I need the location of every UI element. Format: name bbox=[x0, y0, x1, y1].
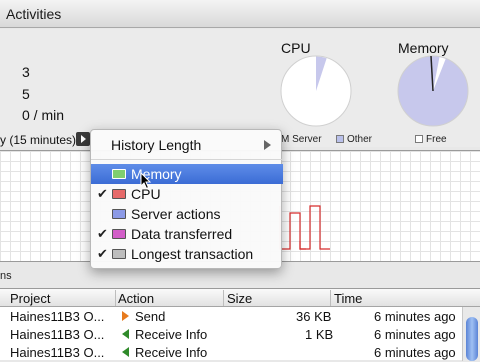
column-header-time[interactable]: Time bbox=[334, 291, 362, 306]
row-action: Receive Info bbox=[122, 345, 207, 360]
memory-pie-chart bbox=[397, 55, 469, 127]
longest-transaction-icon bbox=[112, 249, 126, 259]
memory-pie-title: Memory bbox=[398, 40, 449, 56]
row-time: 6 minutes ago bbox=[374, 327, 456, 342]
activities-header: Activities bbox=[0, 0, 480, 28]
receive-arrow-icon bbox=[122, 329, 129, 339]
check-icon: ✔ bbox=[97, 226, 108, 241]
column-divider bbox=[115, 290, 116, 306]
menu-item-label: History Length bbox=[111, 137, 202, 153]
check-icon: ✔ bbox=[97, 246, 108, 261]
legend-free-swatch bbox=[415, 135, 423, 143]
row-project: Haines11B3 O... bbox=[10, 309, 105, 324]
column-header-project[interactable]: Project bbox=[10, 291, 50, 306]
menu-item-label: Server actions bbox=[131, 206, 221, 222]
legend-other-swatch bbox=[336, 135, 344, 143]
menu-item-label: Memory bbox=[131, 166, 182, 182]
column-divider bbox=[223, 290, 224, 306]
history-popup-menu: History Length Memory ✔ CPU Server actio… bbox=[90, 129, 283, 269]
column-divider bbox=[330, 290, 331, 306]
stat-value-3: 0 / min bbox=[22, 107, 65, 123]
stat-value-2: 5 bbox=[22, 86, 30, 102]
data-transferred-icon bbox=[112, 229, 126, 239]
cpu-series-line bbox=[279, 205, 330, 250]
legend-free: Free bbox=[415, 134, 447, 145]
scrollbar-thumb[interactable] bbox=[466, 317, 478, 361]
sessions-label: ns bbox=[0, 270, 12, 282]
row-time: 6 minutes ago bbox=[374, 309, 456, 324]
row-action-label: Receive Info bbox=[135, 327, 208, 342]
mouse-cursor-icon bbox=[140, 172, 152, 190]
row-action: Receive Info bbox=[122, 327, 207, 342]
row-action-label: Send bbox=[135, 309, 166, 324]
server-actions-icon bbox=[112, 209, 126, 219]
menu-item-server-actions[interactable]: Server actions bbox=[91, 204, 283, 224]
row-project: Haines11B3 O... bbox=[10, 345, 105, 360]
column-header-action[interactable]: Action bbox=[118, 291, 154, 306]
send-arrow-icon bbox=[122, 311, 129, 321]
row-project: Haines11B3 O... bbox=[10, 327, 105, 342]
transactions-table: Project Action Size Time Haines11B3 O...… bbox=[0, 288, 480, 362]
cpu-pie-chart bbox=[280, 55, 352, 127]
cpu-icon bbox=[112, 189, 126, 199]
row-size: 1 KB bbox=[305, 327, 334, 342]
memory-icon bbox=[112, 169, 126, 179]
row-size: 36 KB bbox=[296, 309, 332, 324]
legend-free-label: Free bbox=[426, 134, 447, 145]
menu-item-label: Longest transaction bbox=[131, 246, 254, 262]
receive-arrow-icon bbox=[122, 347, 129, 357]
legend-other: Other bbox=[336, 134, 372, 145]
stat-value-1: 3 bbox=[22, 64, 30, 80]
menu-item-label: Data transferred bbox=[131, 226, 233, 242]
menu-divider bbox=[91, 159, 283, 160]
row-action: Send bbox=[122, 309, 165, 324]
menu-item-longest-transaction[interactable]: ✔ Longest transaction bbox=[91, 244, 283, 264]
column-header-size[interactable]: Size bbox=[227, 291, 252, 306]
history-menu-button[interactable] bbox=[76, 132, 90, 146]
menu-item-data-transferred[interactable]: ✔ Data transferred bbox=[91, 224, 283, 244]
menu-item-cpu[interactable]: ✔ CPU bbox=[91, 184, 283, 204]
row-time: 6 minutes ago bbox=[374, 345, 456, 360]
legend-other-label: Other bbox=[347, 134, 373, 145]
cpu-pie-title: CPU bbox=[281, 40, 311, 56]
table-header: Project Action Size Time bbox=[0, 289, 480, 307]
legend-server: M Server bbox=[281, 134, 322, 145]
activities-title: Activities bbox=[6, 6, 62, 22]
menu-item-memory[interactable]: Memory bbox=[91, 164, 283, 184]
menu-item-history-length[interactable]: History Length bbox=[91, 132, 283, 156]
check-icon: ✔ bbox=[97, 186, 108, 201]
row-action-label: Receive Info bbox=[135, 345, 208, 360]
history-label: y (15 minutes) bbox=[0, 133, 77, 147]
cpu-series-line-2 bbox=[299, 241, 306, 250]
table-row[interactable]: Haines11B3 O... Receive Info 6 minutes a… bbox=[0, 344, 480, 362]
submenu-arrow-icon bbox=[264, 140, 271, 150]
table-row[interactable]: Haines11B3 O... Send 36 KB 6 minutes ago bbox=[0, 308, 480, 326]
table-scrollbar[interactable] bbox=[462, 307, 480, 361]
legend-server-label: M Server bbox=[281, 134, 322, 145]
table-row[interactable]: Haines11B3 O... Receive Info 1 KB 6 minu… bbox=[0, 326, 480, 344]
